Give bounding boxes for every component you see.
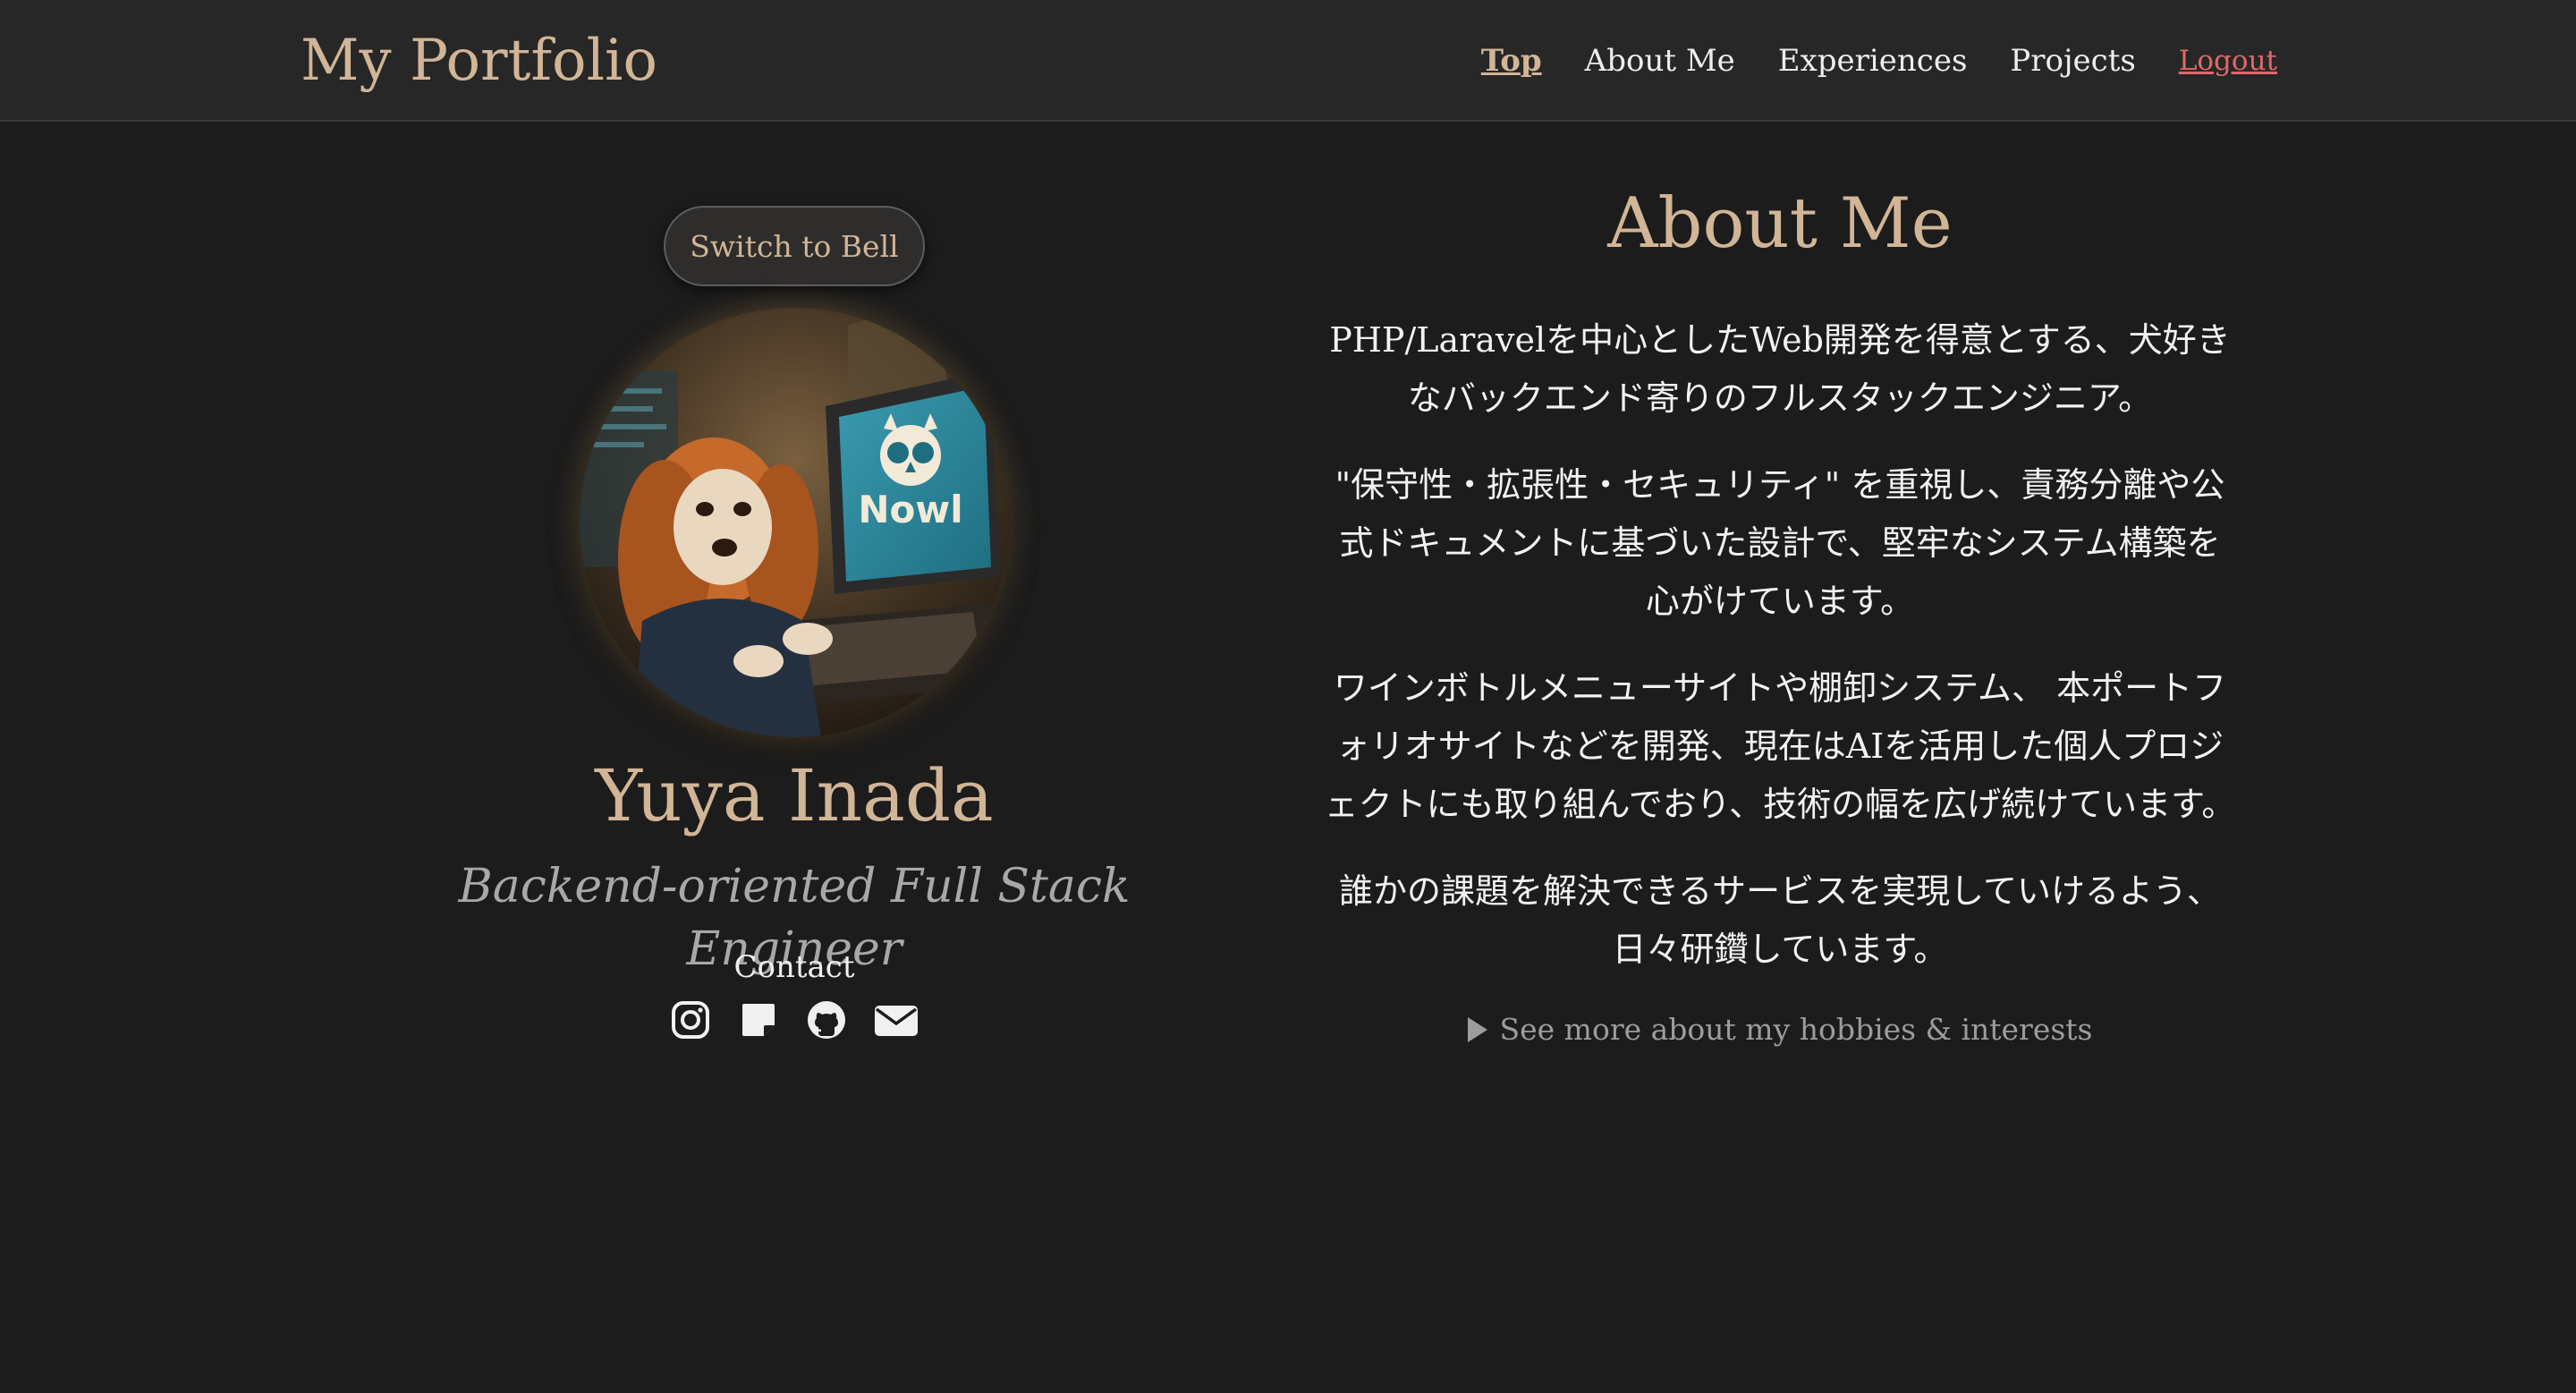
email-icon[interactable] [873, 998, 919, 1041]
contact-icons [347, 998, 1241, 1041]
profile-section: Switch to Bell Nowl Yuya Inada Backend-o… [347, 122, 1241, 1285]
instagram-icon[interactable] [669, 998, 712, 1041]
avatar: Nowl [580, 308, 1009, 737]
nav-link-logout[interactable]: Logout [2179, 38, 2277, 84]
profile-name: Yuya Inada [595, 754, 994, 837]
nav-links: Top About Me Experiences Projects Logout [1481, 38, 2277, 84]
nav-link-about-me[interactable]: About Me [1585, 38, 1735, 84]
about-paragraphs: PHP/Laravelを中心としたWeb開発を得意とする、犬好きなバックエンド寄… [1324, 311, 2236, 1052]
about-paragraph: ワインボトルメニューサイトや棚卸システム、 本ポートフォリオサイトなどを開発、現… [1324, 668, 2236, 824]
about-title: About Me [1607, 183, 1953, 264]
hobbies-toggle[interactable]: See more about my hobbies & interests [1324, 1007, 2236, 1052]
nav-link-experiences[interactable]: Experiences [1778, 38, 1968, 84]
about-paragraph: PHP/Laravelを中心としたWeb開発を得意とする、犬好きなバックエンド寄… [1329, 320, 2231, 418]
avatar-screen-text: Nowl [858, 488, 962, 531]
brand-logo[interactable]: My Portfolio [301, 23, 657, 98]
navbar: My Portfolio Top About Me Experiences Pr… [0, 0, 2576, 122]
about-paragraph: "保守性・拡張性・セキュリティ" を重視し、責務分離や公式ドキュメントに基づいた… [1335, 465, 2225, 621]
dog-at-computer-avatar: Nowl [580, 308, 1009, 737]
nav-link-top[interactable]: Top [1481, 38, 1542, 84]
note-icon[interactable] [737, 998, 780, 1041]
contact-label: Contact [733, 949, 855, 985]
disclosure-triangle-icon [1467, 1017, 1487, 1042]
nav-link-projects[interactable]: Projects [2010, 38, 2135, 84]
github-icon[interactable] [805, 998, 848, 1041]
switch-character-button[interactable]: Switch to Bell [664, 206, 925, 286]
about-paragraph: 誰かの課題を解決できるサービスを実現していけるよう、日々研鑽しています。 [1338, 871, 2222, 969]
hobbies-toggle-label: See more about my hobbies & interests [1499, 1012, 2093, 1047]
